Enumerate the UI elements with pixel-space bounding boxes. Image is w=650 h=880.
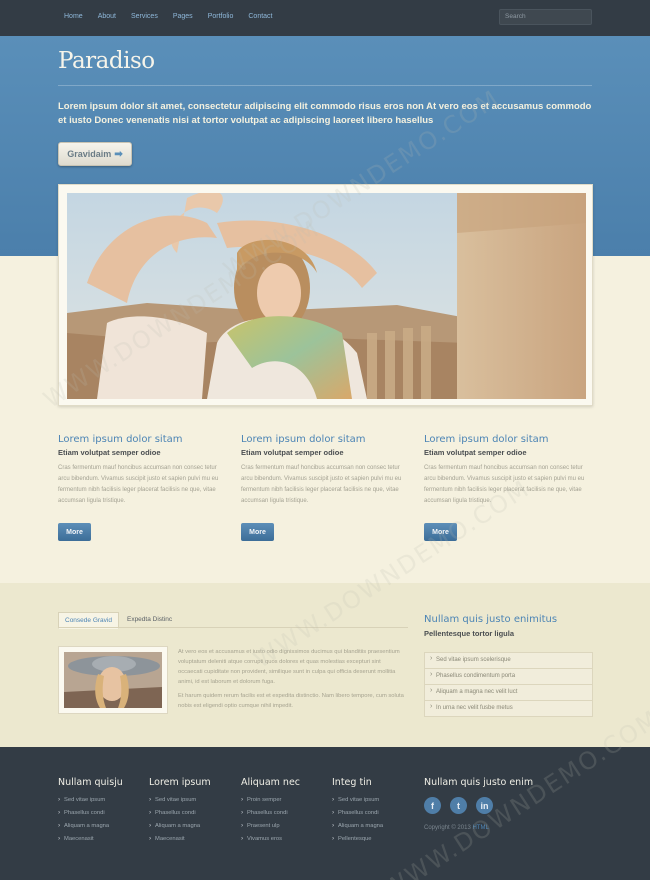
facebook-icon[interactable]: f xyxy=(424,797,441,814)
copyright-link[interactable]: HTML xyxy=(472,825,488,831)
nav-item-home[interactable]: Home xyxy=(64,13,83,20)
footer-link[interactable]: Phasellus condi xyxy=(58,809,123,816)
social-icons: f t in xyxy=(424,797,493,814)
nav-item-about[interactable]: About xyxy=(98,13,116,20)
nav-item-portfolio[interactable]: Portfolio xyxy=(208,13,234,20)
hero-tagline: Lorem ipsum dolor sit amet, consectetur … xyxy=(58,101,592,126)
hero-divider xyxy=(58,85,592,86)
sidebar-list-item[interactable]: Sed vitae ipsum scelerisque xyxy=(425,653,592,669)
column-body: Cras fermentum mauf honcibus accumsan no… xyxy=(424,465,585,504)
hero-cta-label: Gravidaim xyxy=(67,149,112,159)
footer-link[interactable]: Phasellus condi xyxy=(241,809,300,816)
search-input[interactable]: Search xyxy=(499,9,592,25)
footer-column-title: Lorem ipsum xyxy=(149,777,211,788)
footer-link[interactable]: Sed vitae ipsum xyxy=(58,796,123,803)
column-subtitle: Etiam volutpat semper odioe xyxy=(58,448,161,457)
column-body: Cras fermentum mauf honcibus accumsan no… xyxy=(241,465,402,504)
footer-column-title: Aliquam nec xyxy=(241,777,301,788)
feature-image-frame xyxy=(58,184,593,406)
feature-image xyxy=(67,193,586,399)
footer-social-column: Nullam quis justo enim xyxy=(424,777,533,797)
sidebar-subtitle: Pellentesque tortor ligula xyxy=(424,629,515,638)
footer-link[interactable]: Praesent ulp xyxy=(241,822,300,829)
sidebar-list: Sed vitae ipsum scelerisque Phasellus co… xyxy=(424,652,593,717)
footer-link[interactable]: Phasellus condi xyxy=(149,809,211,816)
nav-item-pages[interactable]: Pages xyxy=(173,13,193,20)
arrow-right-icon: ➡ xyxy=(114,148,123,160)
footer-link[interactable]: Sed vitae ipsum xyxy=(332,796,383,803)
sidebar-list-item[interactable]: Phasellus condimentum porta xyxy=(425,669,592,685)
more-button-3[interactable]: More xyxy=(424,523,457,541)
footer-link[interactable]: Sed vitae ipsum xyxy=(149,796,211,803)
footer-link[interactable]: Aliquam a magna xyxy=(58,822,123,829)
tab-divider xyxy=(58,627,408,628)
thumbnail-illustration xyxy=(64,652,162,708)
nav-item-contact[interactable]: Contact xyxy=(248,13,272,20)
tab-content: At vero eos et accusamus et iusto odio d… xyxy=(178,647,406,711)
footer-link[interactable]: Aliquam a magna xyxy=(149,822,211,829)
footer-link[interactable]: Phasellus condi xyxy=(332,809,383,816)
tab-thumbnail xyxy=(64,652,162,708)
footer-column-3: Aliquam nec Proin semper Phasellus condi… xyxy=(241,777,300,849)
main-menu: Home About Services Pages Portfolio Cont… xyxy=(64,13,273,20)
column-title: Lorem ipsum dolor sitam xyxy=(424,434,549,445)
footer-link[interactable]: Maecenasit xyxy=(149,835,211,842)
column-title: Lorem ipsum dolor sitam xyxy=(58,434,183,445)
feature-column-1: Lorem ipsum dolor sitam Etiam volutpat s… xyxy=(58,434,228,507)
column-subtitle: Etiam volutpat semper odioe xyxy=(424,448,527,457)
sidebar-title: Nullam quis justo enimitus xyxy=(424,614,558,625)
tab-thumbnail-frame xyxy=(58,646,168,714)
footer-link[interactable]: Aliquam a magna xyxy=(332,822,383,829)
feature-column-2: Lorem ipsum dolor sitam Etiam volutpat s… xyxy=(241,434,411,507)
tab-paragraph-1: At vero eos et accusamus et iusto odio d… xyxy=(178,649,400,685)
nav-item-services[interactable]: Services xyxy=(131,13,158,20)
footer-link[interactable]: Vivamus eros xyxy=(241,835,300,842)
twitter-icon[interactable]: t xyxy=(450,797,467,814)
column-title: Lorem ipsum dolor sitam xyxy=(241,434,366,445)
footer-column-title: Nullam quisju xyxy=(58,777,123,788)
linkedin-icon[interactable]: in xyxy=(476,797,493,814)
footer-column-2: Lorem ipsum Sed vitae ipsum Phasellus co… xyxy=(149,777,211,849)
footer-column-title: Integ tin xyxy=(332,777,372,788)
column-subtitle: Etiam volutpat semper odioe xyxy=(241,448,344,457)
footer-social-title: Nullam quis justo enim xyxy=(424,777,534,788)
more-button-1[interactable]: More xyxy=(58,523,91,541)
site-logo[interactable]: Paradiso xyxy=(58,48,155,74)
footer-column-1: Nullam quisju Sed vitae ipsum Phasellus … xyxy=(58,777,123,849)
top-nav: Home About Services Pages Portfolio Cont… xyxy=(0,0,650,36)
copyright: Copyright © 2013 HTML xyxy=(424,825,489,831)
column-body: Cras fermentum mauf honcibus accumsan no… xyxy=(58,465,219,504)
copyright-text: Copyright © 2013 xyxy=(424,825,471,831)
tab-paragraph-2: Et harum quidem rerum facilis est et exp… xyxy=(178,693,404,709)
sidebar-list-item[interactable]: In urna nec velit fusbe metus xyxy=(425,701,592,716)
feature-photo-illustration xyxy=(67,193,586,399)
sidebar-list-item[interactable]: Aliquam a magna nec velit luct xyxy=(425,685,592,701)
footer-link[interactable]: Maecenasit xyxy=(58,835,123,842)
feature-column-3: Lorem ipsum dolor sitam Etiam volutpat s… xyxy=(424,434,594,507)
hero-cta-button[interactable]: Gravidaim ➡ xyxy=(58,142,132,166)
footer-link[interactable]: Proin semper xyxy=(241,796,300,803)
footer-column-4: Integ tin Sed vitae ipsum Phasellus cond… xyxy=(332,777,383,849)
more-button-2[interactable]: More xyxy=(241,523,274,541)
footer-link[interactable]: Pellentesque xyxy=(332,835,383,842)
